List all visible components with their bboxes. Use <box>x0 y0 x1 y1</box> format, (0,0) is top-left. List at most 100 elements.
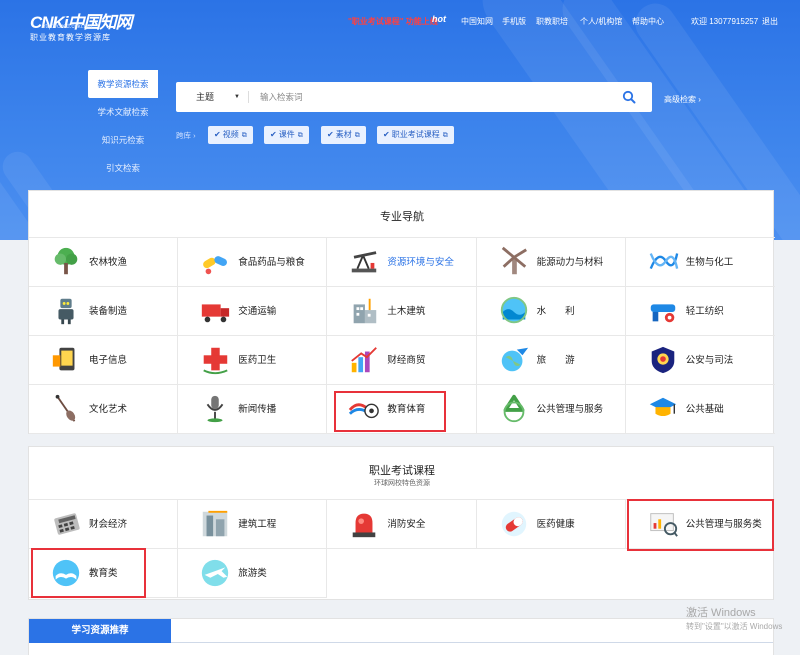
search-field-select[interactable]: 主题 <box>196 82 214 112</box>
major-nav-item-label: 交通运输 <box>238 306 277 317</box>
major-nav-item[interactable]: 公安与司法 <box>625 336 775 385</box>
exam-course-item[interactable]: 建筑工程 <box>178 500 328 549</box>
tab-teaching-resources[interactable]: 教学资源检索 <box>88 70 158 98</box>
exam-course-item[interactable]: 消防安全 <box>327 500 477 549</box>
exam-course-item-label: 旅游类 <box>238 568 267 579</box>
major-nav-item-label: 食品药品与粮食 <box>238 257 305 268</box>
chip-courseware[interactable]: ✔ 课件 ⧉ <box>264 126 309 144</box>
major-nav-item-label: 资源环境与安全 <box>387 257 454 268</box>
major-nav-item[interactable]: 水 利 <box>476 287 626 336</box>
tab-citation[interactable]: 引文检索 <box>88 154 158 182</box>
calculator-icon <box>54 513 80 535</box>
building-icon <box>354 298 377 324</box>
exam-course-item[interactable]: 医药健康 <box>476 500 626 549</box>
external-link-icon: ⧉ <box>297 132 303 139</box>
external-link-icon: ⧉ <box>442 132 448 139</box>
highlight-box <box>334 391 446 432</box>
advanced-search-link[interactable]: 高级检索 › <box>664 94 701 105</box>
tab-academic-literature[interactable]: 学术文献检索 <box>88 98 158 126</box>
recommend-panel: 学习资源推荐 <box>28 618 774 655</box>
electronics-icon <box>52 347 75 371</box>
chevron-down-icon[interactable]: ▼ <box>234 82 240 112</box>
dna-icon <box>649 253 679 270</box>
medical-cross-icon <box>203 347 228 375</box>
welcome-user: 欢迎 13077915257 <box>691 17 759 26</box>
exam-course-item[interactable]: 旅游类 <box>178 549 328 598</box>
recommend-tab[interactable]: 学习资源推荐 <box>29 619 171 643</box>
nav-link-cnki[interactable]: 中国知网 <box>461 16 493 27</box>
windows-activation-watermark: 激活 Windows <box>686 607 756 619</box>
major-nav-item-label: 能源动力与材料 <box>536 257 604 268</box>
external-link-icon: ⧉ <box>241 132 247 139</box>
major-nav-item[interactable]: 生物与化工 <box>625 238 775 287</box>
promo-link[interactable]: "职业考试课程" 功能上线 <box>348 16 438 27</box>
nav-link-help[interactable]: 帮助中心 <box>632 16 664 27</box>
logo-url: http://cved.cnki.net <box>42 24 93 30</box>
nav-link-institution[interactable]: 个人/机构馆 <box>580 16 622 27</box>
search-type-tabs: 教学资源检索 学术文献检索 知识元检索 引文检索 <box>88 70 158 182</box>
recycle-icon <box>503 394 524 423</box>
major-nav-item[interactable]: 土木建筑 <box>327 287 477 336</box>
exam-courses-title: 职业考试课程 <box>369 465 435 477</box>
police-badge-icon <box>651 346 675 374</box>
logo[interactable]: CNKi中国知网 http://cved.cnki.net 职业教育教学资源库 <box>30 8 140 42</box>
sewing-machine-icon <box>650 304 676 323</box>
major-nav-item[interactable]: 农林牧渔 <box>29 238 179 287</box>
search-icon[interactable] <box>622 90 636 104</box>
graduation-cap-icon <box>649 397 676 417</box>
major-nav-item[interactable]: 旅 游 <box>476 336 626 385</box>
water-icon <box>500 296 527 324</box>
major-nav-item[interactable]: 资源环境与安全 <box>327 238 477 287</box>
exam-course-item-label: 建筑工程 <box>238 519 277 530</box>
major-nav-item[interactable]: 交通运输 <box>178 287 328 336</box>
exam-course-item[interactable]: 财会经济 <box>29 500 179 549</box>
major-nav-title: 专业导航 <box>380 211 424 223</box>
highlight-box <box>627 499 774 551</box>
pills-icon <box>203 256 228 275</box>
check-icon: ✔ <box>383 130 390 139</box>
plane-icon <box>202 559 229 587</box>
external-link-icon: ⧉ <box>354 132 360 139</box>
major-nav-item-label: 财经商贸 <box>387 355 426 366</box>
major-nav-item-label: 生物与化工 <box>685 257 734 268</box>
major-nav-item[interactable]: 文化艺术 <box>29 385 179 434</box>
major-nav-item[interactable]: 能源动力与材料 <box>476 238 626 287</box>
siren-icon <box>353 513 376 538</box>
nav-link-vocational[interactable]: 职教职培 <box>536 16 568 27</box>
robot-icon <box>58 298 74 325</box>
exam-courses-subtitle: 环球网校特色资源 <box>374 480 430 487</box>
divider <box>171 642 773 643</box>
windows-activation-hint: 转到"设置"以激活 Windows <box>686 622 783 631</box>
major-nav-item[interactable]: 电子信息 <box>29 336 179 385</box>
major-nav-item[interactable]: 公共管理与服务 <box>476 385 626 434</box>
check-icon: ✔ <box>214 130 221 139</box>
exam-course-item-label: 医药健康 <box>536 519 575 530</box>
exam-course-item-label: 财会经济 <box>89 519 128 530</box>
major-nav-item[interactable]: 新闻传播 <box>178 385 328 434</box>
logo-subtitle: 职业教育教学资源库 <box>30 33 111 42</box>
major-nav-item[interactable]: 财经商贸 <box>327 336 477 385</box>
check-icon: ✔ <box>327 130 334 139</box>
chip-material[interactable]: ✔ 素材 ⧉ <box>321 126 366 144</box>
search-input[interactable] <box>260 87 600 107</box>
tab-knowledge-element[interactable]: 知识元检索 <box>88 126 158 154</box>
capsule-icon <box>501 511 526 537</box>
major-nav-item[interactable]: 公共基础 <box>625 385 775 434</box>
advanced-search-label: 高级检索 <box>664 95 696 104</box>
major-nav-item[interactable]: 医药卫生 <box>178 336 328 385</box>
cross-library-label: 跨库 › <box>176 131 196 140</box>
windmill-icon <box>501 246 527 275</box>
major-nav-item[interactable]: 轻工纺织 <box>625 287 775 336</box>
oil-pump-icon <box>352 251 377 273</box>
globe-plane-icon <box>501 347 528 372</box>
major-nav-item-label: 公共基础 <box>685 404 724 415</box>
chip-exam-course[interactable]: ✔ 职业考试课程 ⧉ <box>377 126 454 144</box>
major-nav-item[interactable]: 装备制造 <box>29 287 179 336</box>
chip-video[interactable]: ✔ 视频 ⧉ <box>208 126 253 144</box>
major-nav-item-label: 电子信息 <box>89 355 128 366</box>
major-nav-item-label: 农林牧渔 <box>89 257 128 268</box>
major-nav-item[interactable]: 食品药品与粮食 <box>178 238 328 287</box>
check-icon: ✔ <box>270 130 277 139</box>
nav-link-mobile[interactable]: 手机版 <box>502 16 526 27</box>
logout-link[interactable]: 退出 <box>762 16 778 27</box>
